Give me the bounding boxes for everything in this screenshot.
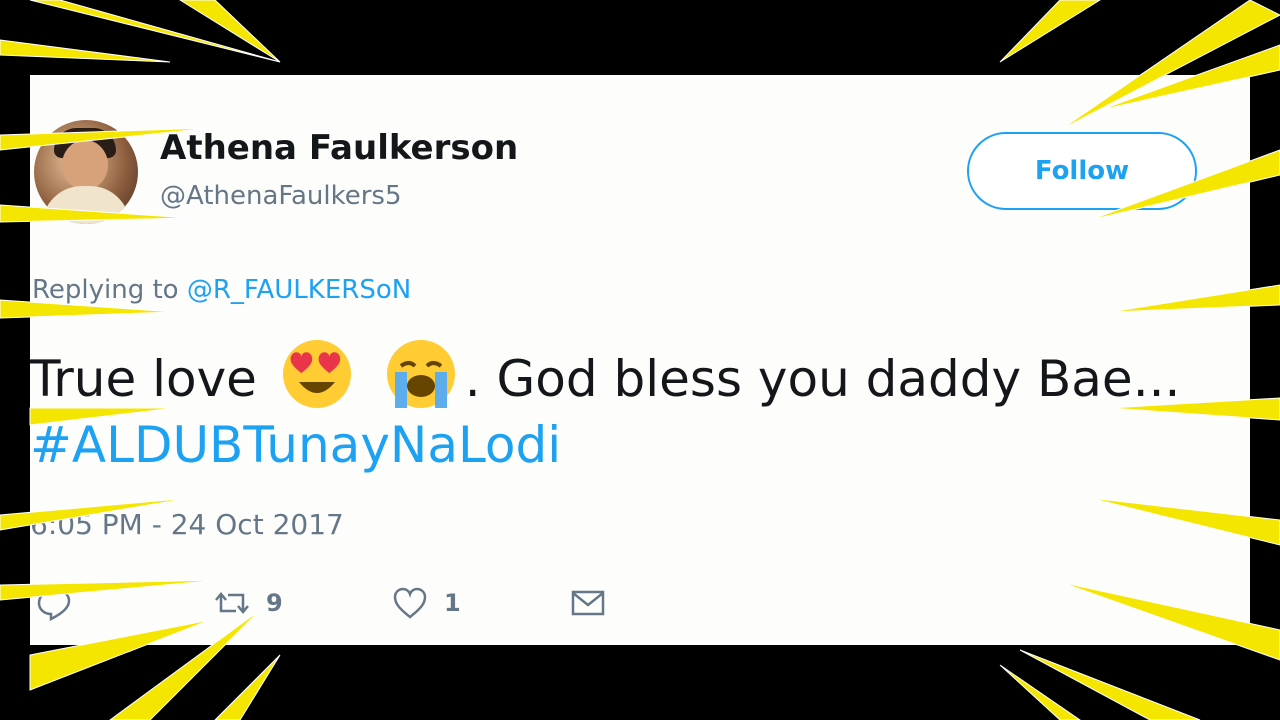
- envelope-icon: [571, 590, 605, 616]
- author-name[interactable]: Athena Faulkerson: [160, 128, 518, 168]
- reply-icon: [37, 588, 71, 621]
- avatar-face: [62, 140, 108, 190]
- replying-to: Replying to @R_FAULKERSoN: [32, 275, 411, 305]
- speed-line: [214, 654, 281, 720]
- tweet-text: True love . God bless you daddy Bae...: [30, 338, 1180, 410]
- retweet-icon: [215, 592, 249, 614]
- right-black-bar: [1250, 0, 1280, 720]
- speed-line: [1019, 649, 1201, 720]
- replying-mention-link[interactable]: @R_FAULKERSoN: [187, 275, 411, 305]
- avatar[interactable]: [34, 120, 138, 224]
- tweet-text-part2: . God bless you daddy Bae...: [464, 350, 1181, 408]
- heart-eyes-emoji-icon: [282, 340, 351, 408]
- loudly-crying-emoji-icon: [386, 340, 455, 408]
- follow-button-label: Follow: [1034, 156, 1130, 186]
- heart-icon: [393, 587, 427, 619]
- avatar-shirt: [42, 186, 130, 224]
- replying-prefix: Replying to: [32, 275, 187, 305]
- follow-button[interactable]: Follow: [967, 132, 1197, 210]
- reply-button[interactable]: [36, 585, 72, 621]
- speed-line: [179, 0, 281, 63]
- video-frame: Athena Faulkerson @AthenaFaulkers5 Follo…: [0, 0, 1280, 720]
- retweet-button[interactable]: 9: [214, 585, 283, 621]
- tweet-text-part1: True love: [30, 350, 257, 408]
- direct-message-button[interactable]: [570, 585, 606, 621]
- hashtag-link[interactable]: #ALDUBTunayNaLodi: [30, 416, 561, 474]
- like-count: 1: [444, 589, 461, 617]
- speed-line: [999, 664, 1081, 720]
- tweet-timestamp[interactable]: 6:05 PM - 24 Oct 2017: [30, 508, 344, 541]
- author-handle[interactable]: @AthenaFaulkers5: [160, 181, 402, 211]
- retweet-count: 9: [266, 589, 283, 617]
- left-black-bar: [0, 0, 30, 720]
- speed-line: [29, 0, 281, 63]
- speed-line: [999, 0, 1101, 63]
- like-button[interactable]: 1: [392, 585, 461, 621]
